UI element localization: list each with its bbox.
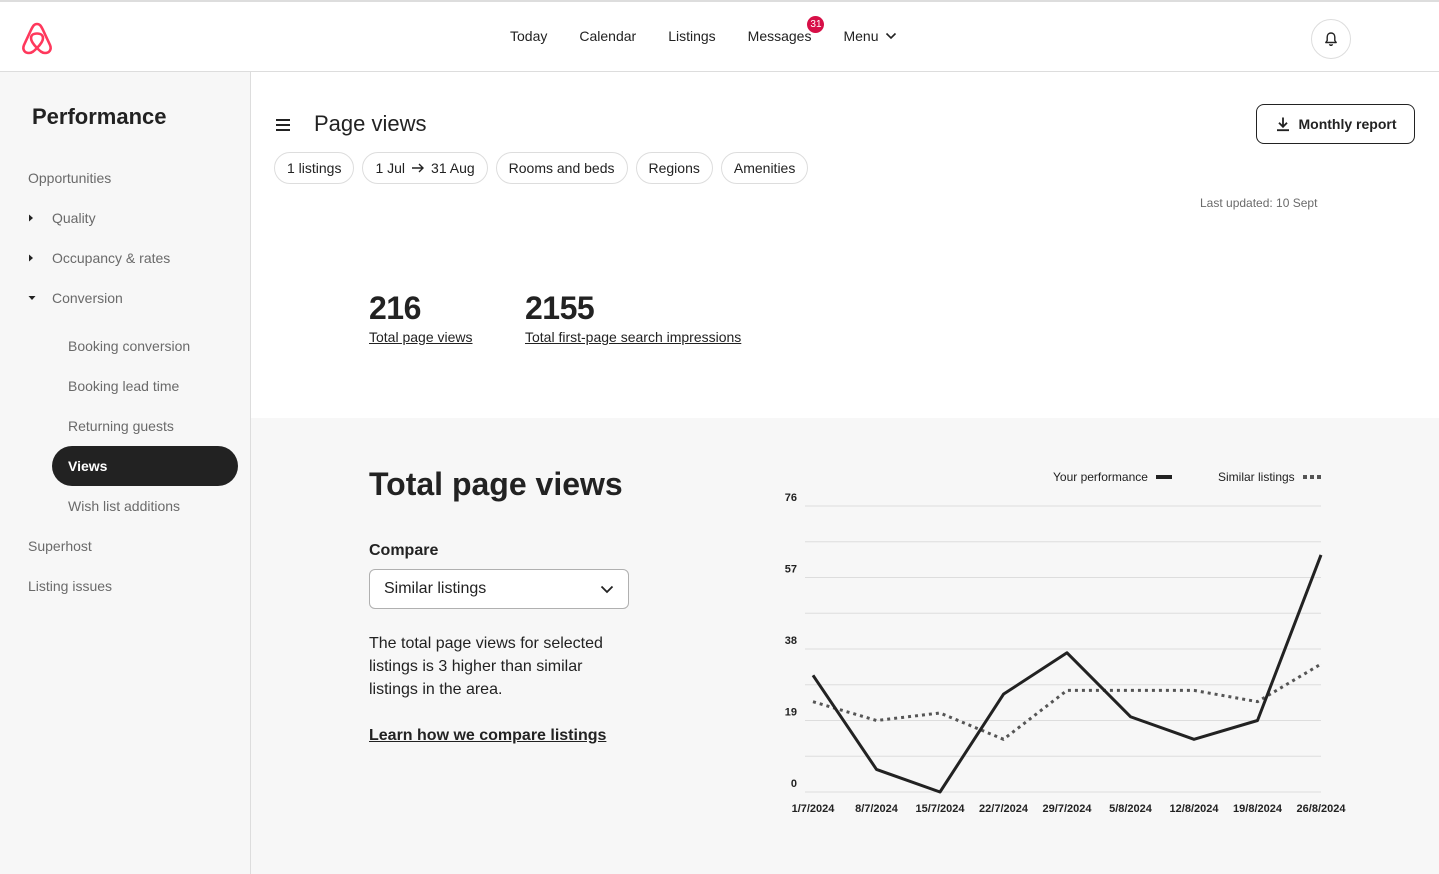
notifications-button[interactable] (1311, 19, 1351, 59)
main-content: Page views Monthly report 1 listings 1 J… (251, 72, 1439, 874)
sidebar-item-booking-lead-time[interactable]: Booking lead time (68, 366, 179, 406)
page-views-line-chart: 0 19 38 57 76 1/7/2024 8/7/2024 15/7/2024 22/7/2… (785, 492, 1347, 815)
date-from: 1 Jul (375, 160, 406, 176)
amenities-filter-chip[interactable]: Amenities (720, 152, 809, 184)
last-updated-text: Last updated: 10 Sept (1200, 196, 1318, 210)
x-tick-label: 19/8/2024 (1233, 803, 1283, 815)
x-tick-label: 22/7/2024 (979, 803, 1029, 815)
x-tick-label: 8/7/2024 (855, 803, 899, 815)
series-line-similar-listings (812, 662, 1322, 741)
caret-right-icon (29, 254, 33, 262)
nav-messages[interactable]: Messages 31 (747, 16, 825, 44)
y-tick-label: 19 (785, 707, 797, 719)
sidebar-item-wish-list-additions[interactable]: Wish list additions (68, 486, 180, 526)
sidebar-item-label: Occupancy & rates (52, 250, 171, 266)
sidebar-item-label: Quality (52, 210, 96, 226)
sidebar-item-booking-conversion[interactable]: Booking conversion (68, 326, 190, 366)
nav-listings[interactable]: Listings (668, 28, 715, 44)
regions-filter-chip[interactable]: Regions (635, 152, 713, 184)
messages-badge: 31 (807, 16, 825, 33)
monthly-report-label: Monthly report (1298, 116, 1397, 132)
nav-today[interactable]: Today (510, 28, 547, 44)
nav-menu-label: Menu (843, 28, 879, 44)
x-tick-label: 26/8/2024 (1297, 803, 1347, 815)
x-tick-label: 29/7/2024 (1043, 803, 1093, 815)
date-range-filter-chip[interactable]: 1 Jul 31 Aug (362, 152, 488, 184)
monthly-report-button[interactable]: Monthly report (1256, 104, 1415, 144)
stat-search-impressions: 2155 Total first-page search impressions (525, 290, 741, 345)
total-page-views-panel: Total page views Compare Similar listing… (251, 418, 1439, 874)
stat-value: 2155 (525, 290, 595, 326)
y-tick-label: 76 (785, 492, 797, 504)
top-navigation-bar: Today Calendar Listings Messages 31 Menu (0, 0, 1439, 72)
airbnb-logo-icon[interactable] (20, 20, 54, 56)
sidebar-item-quality[interactable]: Quality (28, 198, 96, 238)
listings-filter-chip[interactable]: 1 listings (274, 152, 355, 184)
page-title: Page views (314, 111, 427, 136)
sidebar-item-views[interactable]: Views (52, 446, 238, 486)
arrow-right-icon (412, 163, 425, 173)
stat-label-link[interactable]: Total first-page search impressions (525, 329, 741, 345)
nav-menu[interactable]: Menu (843, 28, 896, 44)
sidebar-item-conversion[interactable]: Conversion (28, 278, 123, 318)
sidebar-item-listing-issues[interactable]: Listing issues (28, 566, 112, 606)
top-nav-links: Today Calendar Listings Messages 31 Menu (510, 16, 929, 44)
download-icon (1276, 117, 1289, 132)
caret-right-icon (29, 214, 33, 222)
x-tick-label: 12/8/2024 (1170, 803, 1220, 815)
sidebar-title: Performance (32, 104, 167, 129)
y-tick-label: 57 (785, 564, 797, 576)
sidebar: Performance Opportunities Quality Occupa… (0, 72, 251, 874)
nav-messages-label: Messages (747, 28, 812, 44)
sidebar-item-returning-guests[interactable]: Returning guests (68, 406, 174, 446)
nav-calendar[interactable]: Calendar (579, 28, 636, 44)
sidebar-item-opportunities[interactable]: Opportunities (28, 158, 111, 198)
stat-total-page-views: 216 Total page views (369, 290, 473, 345)
chevron-down-icon (885, 32, 896, 40)
hamburger-menu-icon[interactable] (275, 118, 291, 132)
sidebar-item-occupancy-rates[interactable]: Occupancy & rates (28, 238, 170, 278)
stat-value: 216 (369, 290, 421, 326)
filter-bar: 1 listings 1 Jul 31 Aug Rooms and beds R… (274, 152, 809, 184)
bell-icon (1325, 32, 1337, 47)
x-tick-label: 15/7/2024 (916, 803, 966, 815)
caret-down-icon (28, 296, 36, 300)
x-tick-label: 1/7/2024 (792, 803, 836, 815)
rooms-beds-filter-chip[interactable]: Rooms and beds (495, 152, 628, 184)
y-tick-label: 38 (785, 635, 797, 647)
date-to: 31 Aug (431, 160, 475, 176)
sidebar-item-superhost[interactable]: Superhost (28, 526, 92, 566)
x-tick-label: 5/8/2024 (1109, 803, 1153, 815)
sidebar-item-label: Conversion (52, 290, 123, 306)
stat-label-link[interactable]: Total page views (369, 329, 473, 345)
y-tick-label: 0 (791, 778, 797, 790)
